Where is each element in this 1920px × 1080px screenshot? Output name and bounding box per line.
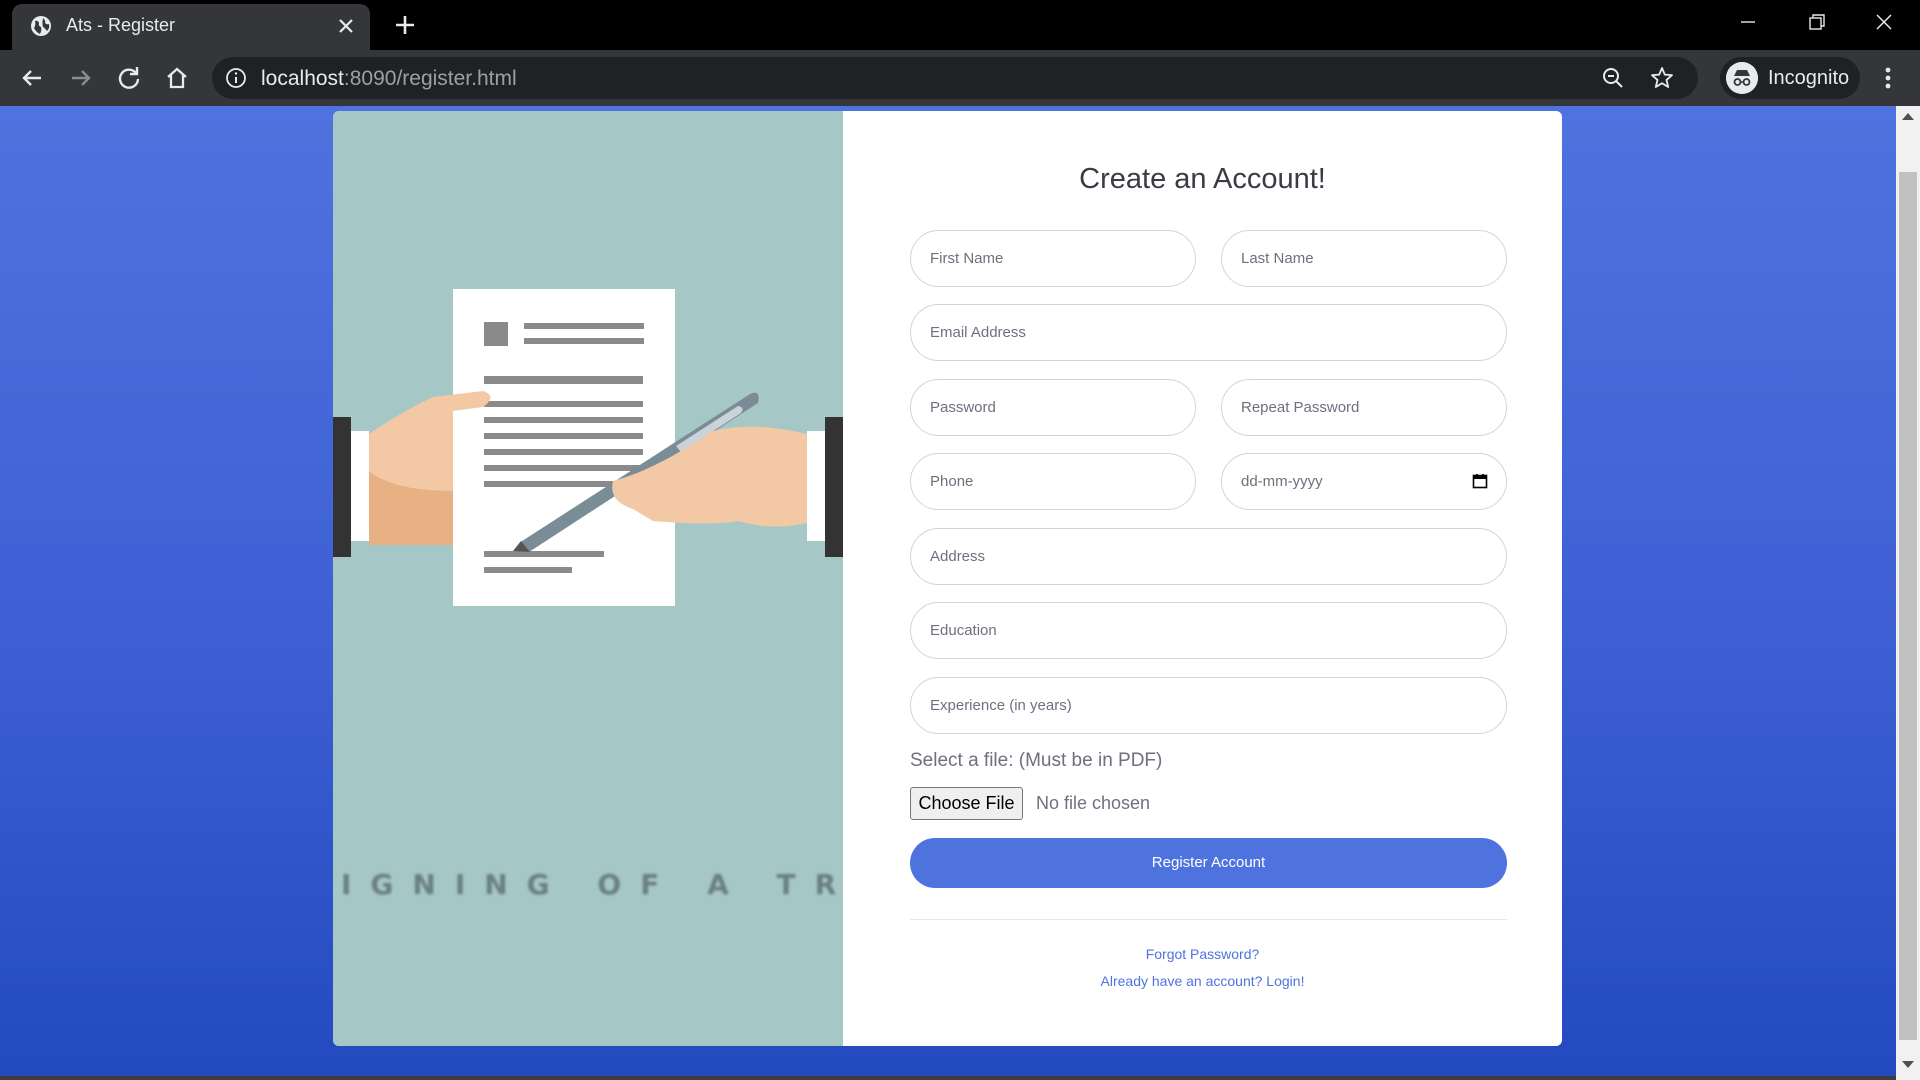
- file-status: No file chosen: [1036, 793, 1151, 813]
- scrollbar-thumb[interactable]: [1899, 172, 1917, 1040]
- treaty-illustration: IGNING OF A TREATY: [333, 111, 843, 1046]
- last-name-field[interactable]: Last Name: [1221, 230, 1507, 287]
- password-field[interactable]: Password: [910, 379, 1196, 436]
- forward-icon[interactable]: [65, 62, 97, 94]
- phone-field[interactable]: Phone: [910, 453, 1196, 510]
- register-account-button[interactable]: Register Account: [910, 838, 1507, 888]
- calendar-icon[interactable]: [1472, 473, 1488, 489]
- signing-document-illustration: [333, 289, 843, 606]
- incognito-icon: [1726, 62, 1758, 94]
- restore-icon[interactable]: [1796, 5, 1836, 39]
- close-tab-icon[interactable]: [332, 12, 360, 40]
- tab-title: Ats - Register: [66, 15, 176, 35]
- reload-icon[interactable]: [113, 62, 145, 94]
- bottom-edge: [0, 1076, 1896, 1080]
- home-icon[interactable]: [161, 62, 193, 94]
- choose-file-button[interactable]: Choose File: [910, 787, 1023, 820]
- page-viewport: IGNING OF A TREATY Create an Account! Fi…: [0, 106, 1920, 1080]
- back-icon[interactable]: [16, 62, 48, 94]
- address-field[interactable]: Address: [910, 528, 1507, 585]
- date-of-birth-field[interactable]: dd-mm-yyyy: [1221, 453, 1507, 510]
- image-caption: IGNING OF A TREATY: [341, 868, 843, 901]
- zoom-icon[interactable]: [1600, 65, 1626, 91]
- first-name-field[interactable]: First Name: [910, 230, 1196, 287]
- bookmark-star-icon[interactable]: [1648, 64, 1676, 92]
- register-card: IGNING OF A TREATY Create an Account! Fi…: [333, 111, 1562, 1046]
- browser-titlebar: Ats - Register: [0, 0, 1920, 50]
- experience-field[interactable]: Experience (in years): [910, 677, 1507, 734]
- browser-toolbar: localhost:8090/register.html Incognito: [0, 50, 1920, 106]
- minimize-icon[interactable]: [1728, 5, 1768, 39]
- more-menu-icon[interactable]: [1872, 62, 1904, 94]
- file-label: Select a file: (Must be in PDF): [910, 750, 1163, 771]
- register-form: Create an Account! First Name Last Name …: [843, 111, 1562, 1046]
- repeat-password-field[interactable]: Repeat Password: [1221, 379, 1507, 436]
- url-text: localhost:8090/register.html: [261, 67, 517, 91]
- scroll-down-arrow-icon[interactable]: [1902, 1061, 1914, 1068]
- globe-icon: [31, 16, 51, 36]
- url-host: localhost: [261, 67, 344, 90]
- info-icon[interactable]: [224, 66, 248, 90]
- forgot-password-link[interactable]: Forgot Password?: [843, 946, 1562, 962]
- email-field[interactable]: Email Address: [910, 304, 1507, 361]
- date-placeholder: dd-mm-yyyy: [1241, 473, 1323, 490]
- browser-tab[interactable]: Ats - Register: [12, 4, 370, 50]
- divider: [910, 919, 1507, 920]
- page-title: Create an Account!: [1079, 163, 1326, 195]
- address-bar[interactable]: localhost:8090/register.html: [212, 57, 1698, 99]
- new-tab-icon[interactable]: [390, 10, 420, 40]
- close-window-icon[interactable]: [1864, 5, 1904, 39]
- page-scrollbar[interactable]: [1896, 106, 1920, 1080]
- incognito-profile-button[interactable]: Incognito: [1720, 57, 1860, 99]
- education-field[interactable]: Education: [910, 602, 1507, 659]
- incognito-label: Incognito: [1768, 67, 1850, 89]
- login-link[interactable]: Already have an account? Login!: [843, 973, 1562, 989]
- url-path: :8090/register.html: [343, 67, 517, 90]
- scroll-up-arrow-icon[interactable]: [1902, 113, 1914, 120]
